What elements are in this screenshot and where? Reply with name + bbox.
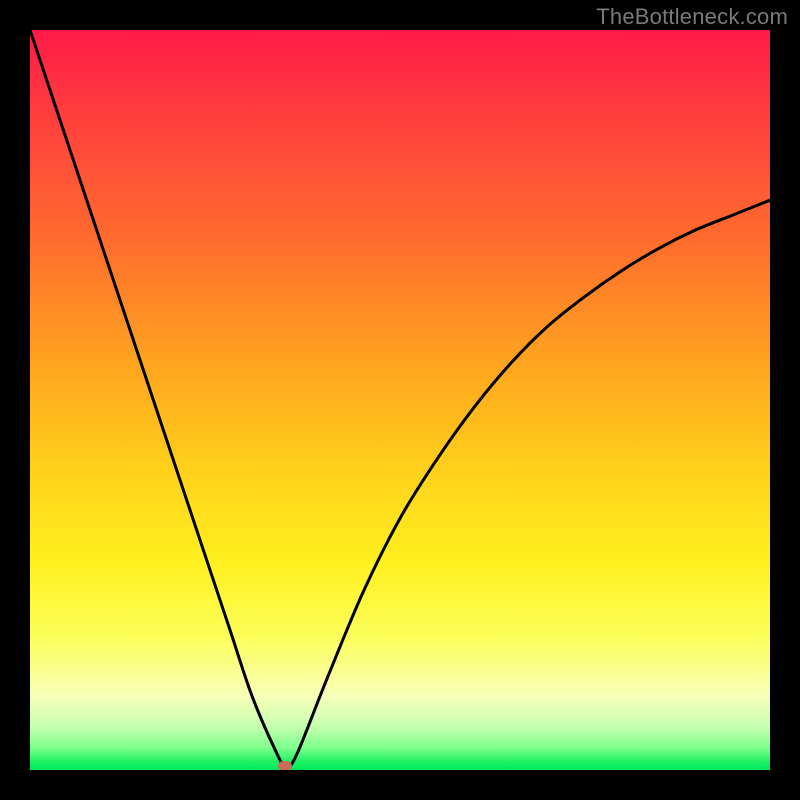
chart-frame: TheBottleneck.com: [0, 0, 800, 800]
bottleneck-curve: [30, 30, 770, 770]
plot-area: [30, 30, 770, 770]
optimal-point-marker: [278, 761, 292, 770]
watermark-text: TheBottleneck.com: [596, 4, 788, 30]
